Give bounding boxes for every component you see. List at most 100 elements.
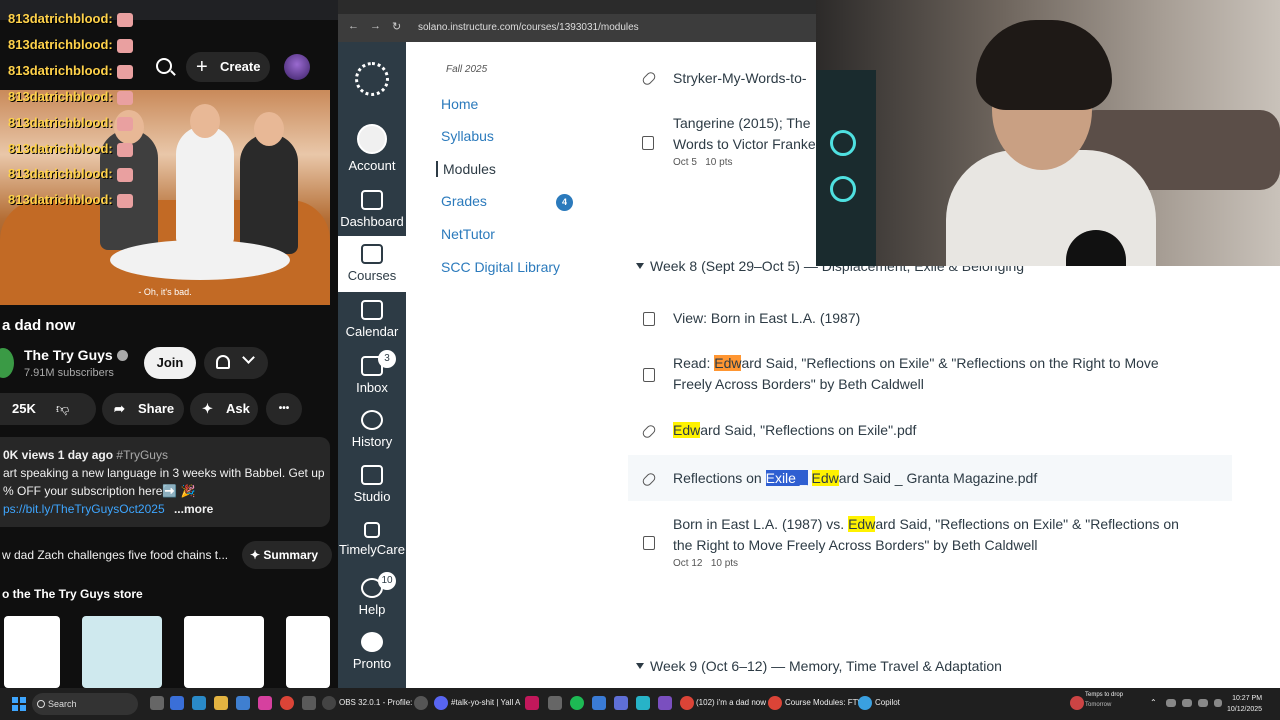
merch-item[interactable] [184,616,264,688]
search-icon[interactable] [156,58,172,74]
taskbar-copilot[interactable]: Copilot [875,698,900,707]
verified-icon [116,350,128,361]
taskbar-youtube[interactable]: (102) i'm a dad now [696,698,766,707]
chevron-up-icon[interactable]: ⌃ [1150,698,1157,707]
chrome-icon[interactable] [280,696,294,710]
nav-courses[interactable]: Courses [338,236,406,292]
app-icon[interactable] [636,696,650,710]
channel-name[interactable]: The Try Guys [24,347,128,363]
app-icon[interactable] [592,696,606,710]
courses-icon [361,244,383,264]
nav-help[interactable]: Help 10 [338,572,406,618]
app-icon[interactable] [302,696,316,710]
nav-pronto[interactable]: Pronto [338,632,406,672]
app-icon[interactable] [192,696,206,710]
copilot-icon[interactable] [858,696,872,710]
assignment-icon [642,136,654,150]
nav-dashboard[interactable]: Dashboard [338,190,406,230]
course-nav-nettutor[interactable]: NetTutor [441,226,495,242]
task-view-icon[interactable] [150,696,164,710]
folder-icon[interactable] [214,696,228,710]
course-nav-syllabus[interactable]: Syllabus [441,128,494,144]
module-item-title[interactable]: View: Born in East L.A. (1987) [673,308,860,329]
course-nav-modules[interactable]: Modules [436,161,496,177]
browser-chrome: ← → ↻ solano.instructure.com/courses/139… [338,0,816,42]
spotify-icon[interactable] [570,696,584,710]
forward-icon[interactable]: → [370,20,381,32]
next-video-title[interactable]: w dad Zach challenges five food chains t… [2,548,228,562]
app-icon[interactable] [258,696,272,710]
app-icon[interactable] [525,696,539,710]
course-nav-home[interactable]: Home [441,96,478,112]
module-item-title[interactable]: Edward Said, "Reflections on Exile".pdf [673,420,916,441]
taskbar: Search OBS 32.0.1 - Profile: #talk-yo-sh… [0,688,1280,720]
studio-icon [361,465,383,485]
clock[interactable]: 10:27 PM 10/12/2025 [1227,693,1262,715]
volume-icon[interactable] [1214,699,1222,707]
module-item-title[interactable]: Reflections on Exile _ Edward Said _ Gra… [673,468,1037,489]
description-link[interactable]: ps://bit.ly/TheTryGuysOct2025 [3,502,165,516]
reload-icon[interactable]: ↻ [392,20,401,33]
course-nav-grades[interactable]: Grades [441,193,487,209]
module-item-title[interactable]: Stryker-My-Words-to- [673,68,807,89]
weather-icon[interactable] [1070,696,1084,710]
chat-message: 813datrichblood: [8,11,133,27]
chrome-icon[interactable] [768,696,782,710]
summary-button[interactable]: ✦ Summary [242,541,332,569]
caret-down-icon [636,663,644,669]
nav-inbox[interactable]: Inbox 3 [338,350,406,396]
module-item-title[interactable]: Tangerine (2015); The Words to Victor Fra… [673,113,816,155]
share-button[interactable]: ➦ Share [102,393,184,425]
caret-down-icon [636,263,644,269]
taskbar-discord[interactable]: #talk-yo-shit | Yall A [451,698,520,707]
app-icon[interactable] [414,696,428,710]
week-9-header[interactable]: Week 9 (Oct 6–12) — Memory, Time Travel … [636,658,1002,674]
like-dislike-button[interactable]: 25K 👎︎ [0,393,96,425]
bell-icon [216,355,230,369]
channel-avatar[interactable] [0,348,14,378]
nav-studio[interactable]: Studio [338,465,406,505]
module-item-title[interactable]: Born in East L.A. (1987) vs. Edward Said… [673,514,1179,556]
app-icon[interactable] [236,696,250,710]
nav-account[interactable]: Account [338,124,406,176]
network-icon[interactable] [1198,699,1208,707]
video-table [110,240,290,280]
webcam-overlay [816,0,1280,266]
merch-item[interactable] [4,616,60,688]
course-nav-library[interactable]: SCC Digital Library [441,259,560,275]
merch-item[interactable] [286,616,330,688]
subscribe-bell-button[interactable] [204,347,268,379]
taskbar-canvas[interactable]: Course Modules: FT\ [785,698,860,707]
windows-start-icon[interactable] [12,697,26,711]
module-item-title[interactable]: Read: Edward Said, "Reflections on Exile… [673,353,1159,395]
module-item-meta: Oct 12 10 pts [673,558,739,569]
description-line: art speaking a new language in 3 weeks w… [3,466,325,480]
app-icon[interactable] [170,696,184,710]
nav-timelycare[interactable]: TimelyCare [338,522,406,562]
description-stats: 0K views 1 day ago #TryGuys [3,448,168,462]
tray-icon[interactable] [1182,699,1192,707]
tray-icon[interactable] [1166,699,1176,707]
address-bar[interactable]: solano.instructure.com/courses/1393031/m… [418,22,639,33]
app-icon[interactable] [614,696,628,710]
app-icon[interactable] [548,696,562,710]
ask-button[interactable]: ✦ Ask [190,393,258,425]
more-link[interactable]: ...more [174,502,213,516]
obs-icon[interactable] [322,696,336,710]
app-icon[interactable] [658,696,672,710]
browser-tab-strip[interactable] [338,0,816,14]
yt-account-avatar[interactable] [284,54,310,80]
create-button[interactable]: + Create [186,52,270,82]
back-icon[interactable]: ← [348,20,359,32]
nav-history[interactable]: History [338,410,406,450]
nav-calendar[interactable]: Calendar [338,300,406,340]
canvas-logo[interactable] [355,62,389,96]
more-actions-button[interactable]: ••• [266,393,302,425]
merch-item[interactable] [82,616,162,688]
taskbar-search[interactable]: Search [32,693,138,715]
join-button[interactable]: Join [144,347,196,379]
chrome-icon[interactable] [680,696,694,710]
discord-icon[interactable] [434,696,448,710]
taskbar-obs[interactable]: OBS 32.0.1 - Profile: [339,698,412,707]
webcam-pc-case [816,70,876,266]
